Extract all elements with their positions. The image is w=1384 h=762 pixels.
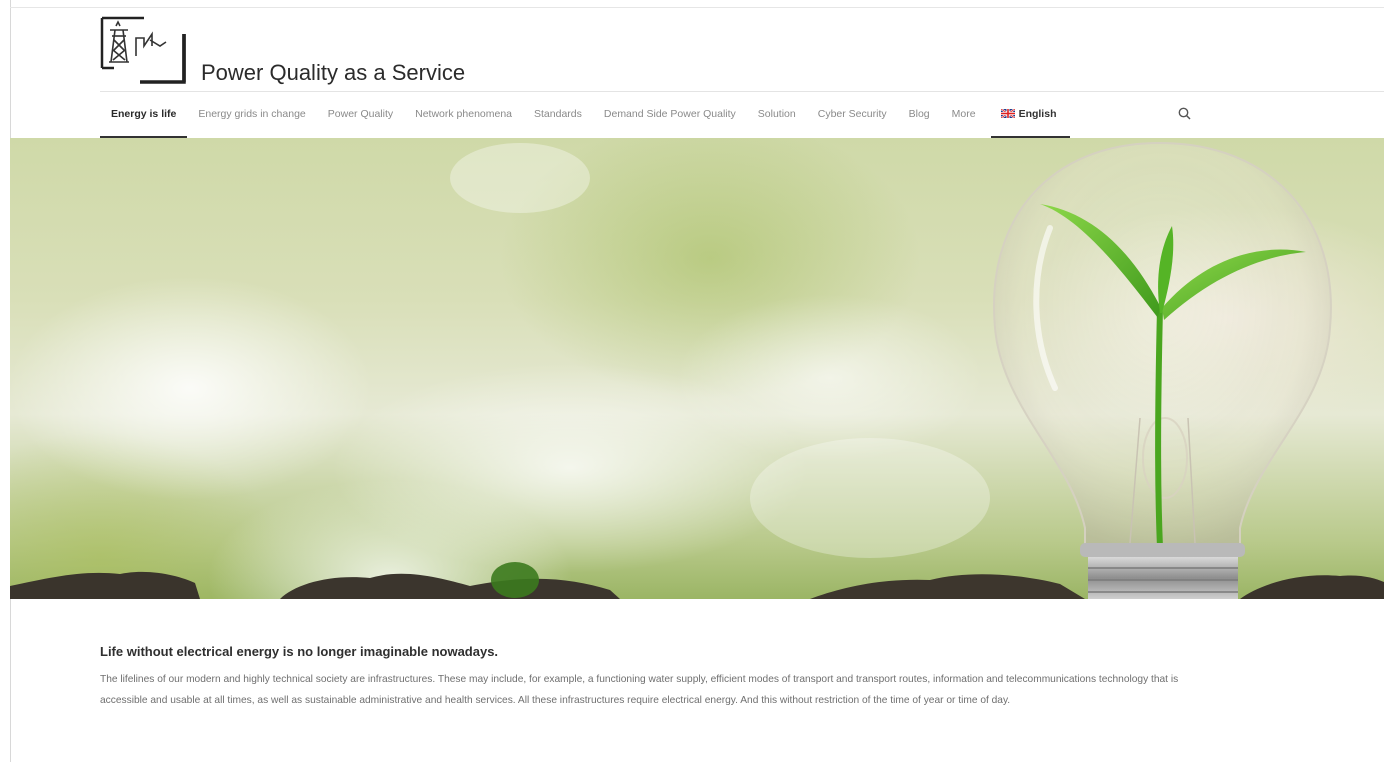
nav-item-power-quality[interactable]: Power Quality xyxy=(317,92,404,138)
nav-item-standards[interactable]: Standards xyxy=(523,92,593,138)
site-logo-link[interactable]: Power Quality as a Service xyxy=(100,16,465,88)
language-label: English xyxy=(1018,108,1057,120)
search-icon[interactable] xyxy=(1176,105,1194,123)
nav-item-network-phenomena[interactable]: Network phenomena xyxy=(404,92,523,138)
intro-heading: Life without electrical energy is no lon… xyxy=(100,644,499,659)
light-bulb-seedling-image xyxy=(10,141,1384,599)
site-header: Power Quality as a Service Energy is lif… xyxy=(0,0,1384,138)
site-title: Power Quality as a Service xyxy=(201,60,466,85)
nav-item-more[interactable]: More xyxy=(941,92,987,138)
hero-banner xyxy=(10,138,1384,599)
nav-item-energy-is-life[interactable]: Energy is life xyxy=(100,92,188,138)
nav-item-energy-grids-in-change[interactable]: Energy grids in change xyxy=(187,92,316,138)
nav-item-demand-side-power-quality[interactable]: Demand Side Power Quality xyxy=(593,92,747,138)
uk-flag-icon xyxy=(1000,109,1015,118)
main-content: Life without electrical energy is no lon… xyxy=(100,644,1210,711)
nav-item-blog[interactable]: Blog xyxy=(898,92,941,138)
nav-item-solution[interactable]: Solution xyxy=(747,92,807,138)
language-switcher[interactable]: English xyxy=(990,92,1071,138)
nav-item-cyber-security[interactable]: Cyber Security xyxy=(807,92,898,138)
power-pylon-logo-icon xyxy=(100,16,186,84)
intro-paragraph: The lifelines of our modern and highly t… xyxy=(100,674,1179,706)
